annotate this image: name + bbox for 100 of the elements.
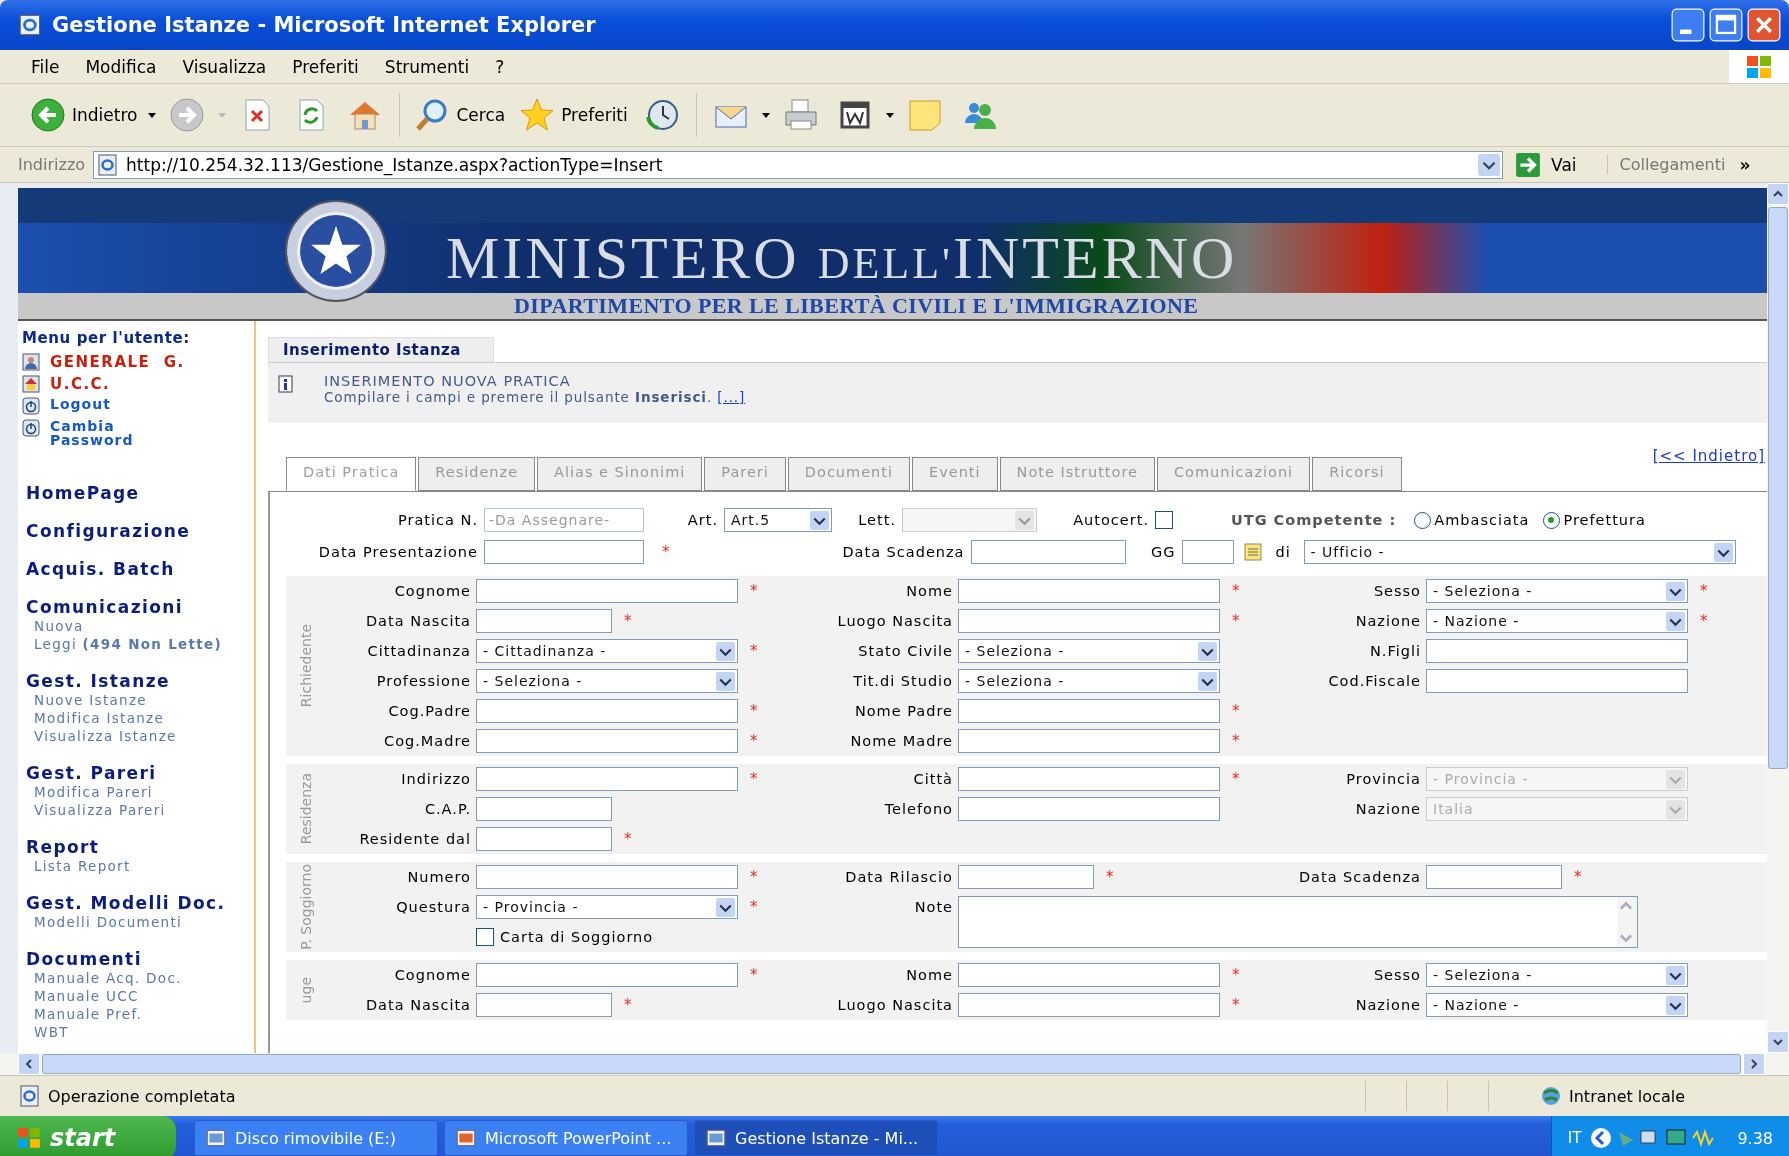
address-field[interactable]: http://10.254.32.113/Gestione_Istanze.aspx?actionType=Insert — [93, 150, 1504, 179]
field-label: Tit.di Studio — [852, 673, 954, 689]
sidebar-link[interactable]: Nuove Istanze — [26, 691, 250, 709]
checkbox[interactable] — [476, 928, 494, 946]
horizontal-scrollbar[interactable] — [0, 1053, 1789, 1075]
dropdown[interactable]: - Seleziona - — [958, 669, 1220, 693]
text-input[interactable] — [476, 579, 738, 603]
radio-button[interactable] — [1414, 511, 1432, 529]
text-input[interactable] — [484, 540, 644, 564]
dropdown[interactable]: - Ufficio - — [1303, 540, 1736, 564]
menu-item[interactable]: Modifica — [72, 56, 170, 77]
close-button[interactable] — [1747, 8, 1781, 42]
dropdown[interactable]: - Seleziona - — [1426, 579, 1688, 603]
sidebar-link[interactable]: Visualizza Pareri — [26, 801, 250, 819]
text-input[interactable] — [1181, 540, 1234, 564]
text-input[interactable] — [476, 827, 612, 851]
caret-icon[interactable] — [147, 110, 158, 120]
forward-button[interactable] — [169, 97, 206, 133]
text-input[interactable] — [958, 767, 1220, 791]
checkbox[interactable] — [1155, 511, 1173, 529]
minimize-button[interactable] — [1671, 8, 1705, 42]
sidebar-link[interactable]: Modelli Documenti — [26, 913, 250, 931]
sidebar-section-link[interactable]: HomePage — [26, 483, 250, 503]
printer-icon[interactable] — [782, 97, 819, 133]
sidebar-section-link[interactable]: Gest. Modelli Doc. — [26, 893, 250, 913]
text-input[interactable] — [476, 797, 612, 821]
menu-item[interactable]: Preferiti — [279, 56, 372, 77]
text-input[interactable] — [1426, 669, 1688, 693]
text-input[interactable] — [476, 609, 612, 633]
sidebar-section-link[interactable]: Gest. Pareri — [26, 763, 250, 783]
links-label[interactable]: Collegamenti — [1606, 155, 1726, 174]
dropdown[interactable]: - Nazione - — [1426, 609, 1688, 633]
menu-item[interactable]: File — [18, 56, 73, 77]
text-input[interactable] — [476, 729, 738, 753]
more-link[interactable]: [...] — [717, 389, 746, 405]
text-input[interactable] — [958, 579, 1220, 603]
radio-button[interactable] — [1543, 511, 1561, 529]
calendar-icon[interactable] — [1243, 543, 1262, 561]
sidebar-section-link[interactable]: Acquis. Batch — [26, 559, 250, 579]
sidebar-section-link[interactable]: Report — [26, 837, 250, 857]
sidebar-link[interactable]: Nuova — [26, 617, 250, 635]
field-label: Data Scadenza — [841, 544, 966, 560]
text-input[interactable] — [958, 797, 1220, 821]
sidebar-link[interactable]: Logout — [50, 397, 140, 411]
taskbar-button[interactable]: Microsoft PowerPoint ... — [444, 1120, 688, 1156]
text-input[interactable] — [958, 963, 1220, 987]
sidebar-link[interactable]: Manuale UCC — [26, 987, 250, 1005]
dropdown[interactable]: - Seleziona - — [476, 669, 738, 693]
text-input[interactable] — [958, 865, 1094, 889]
text-input[interactable] — [476, 767, 738, 791]
sidebar-section-link[interactable]: Configurazione — [26, 521, 250, 541]
sidebar-section-link[interactable]: Documenti — [26, 949, 250, 969]
menu-item[interactable]: ? — [482, 56, 518, 77]
back-button[interactable]: Indietro — [26, 95, 142, 135]
text-input[interactable] — [476, 963, 738, 987]
caret-icon[interactable] — [760, 110, 771, 120]
sidebar-link[interactable]: WBT — [26, 1023, 250, 1041]
caret-icon[interactable] — [884, 110, 895, 120]
dropdown[interactable]: - Cittadinanza - — [476, 639, 738, 663]
dropdown[interactable]: Art.5 — [724, 508, 832, 532]
sidebar-link[interactable]: Leggi (494 Non Lette) — [26, 635, 250, 653]
back-link[interactable]: [<< Indietro] — [1652, 447, 1767, 465]
text-input[interactable] — [970, 540, 1126, 564]
field-label: di — [1274, 544, 1292, 560]
go-button[interactable]: Vai — [1511, 151, 1581, 178]
sidebar-link[interactable]: Cambia Password — [50, 419, 140, 447]
sidebar-link[interactable]: Manuale Pref. — [26, 1005, 250, 1023]
more-links-button[interactable]: » — [1739, 154, 1751, 175]
field-label: Stato Civile — [857, 643, 954, 659]
text-input[interactable] — [958, 993, 1220, 1017]
text-input[interactable] — [958, 729, 1220, 753]
text-input[interactable] — [958, 699, 1220, 723]
sidebar-link[interactable]: Lista Report — [26, 857, 250, 875]
sidebar-link[interactable]: Manuale Acq. Doc. — [26, 969, 250, 987]
history-icon[interactable] — [643, 97, 680, 133]
taskbar-button[interactable]: Disco rimovibile (E:) — [194, 1120, 438, 1156]
sidebar-section-link[interactable]: Gest. Istanze — [26, 671, 250, 691]
sidebar-section-link[interactable]: Comunicazioni — [26, 597, 250, 617]
dropdown[interactable]: - Seleziona - — [958, 639, 1220, 663]
sidebar-link[interactable]: Modifica Pareri — [26, 783, 250, 801]
language-indicator[interactable]: IT — [1567, 1129, 1582, 1147]
note-icon[interactable] — [906, 97, 943, 133]
dropdown[interactable]: - Nazione - — [1426, 993, 1688, 1017]
maximize-button[interactable] — [1709, 8, 1743, 42]
search-button[interactable]: Cerca — [410, 95, 510, 135]
text-input[interactable] — [1426, 639, 1688, 663]
text-input[interactable] — [958, 609, 1220, 633]
taskbar-button[interactable]: Gestione Istanze - Mi... — [694, 1120, 938, 1156]
menu-item[interactable]: Visualizza — [169, 56, 280, 77]
text-input[interactable] — [476, 699, 738, 723]
sidebar-link[interactable]: Visualizza Istanze — [26, 727, 250, 745]
text-input[interactable] — [476, 993, 612, 1017]
dropdown[interactable]: - Seleziona - — [1426, 963, 1688, 987]
vertical-scrollbar[interactable] — [1767, 183, 1789, 1053]
text-input[interactable] — [476, 865, 738, 889]
menu-item[interactable]: Strumenti — [371, 56, 483, 77]
text-input[interactable] — [1426, 865, 1562, 889]
sidebar-link[interactable]: Modifica Istanze — [26, 709, 250, 727]
dropdown[interactable]: - Provincia - — [476, 895, 738, 919]
favorites-button[interactable]: Preferiti — [515, 95, 632, 135]
